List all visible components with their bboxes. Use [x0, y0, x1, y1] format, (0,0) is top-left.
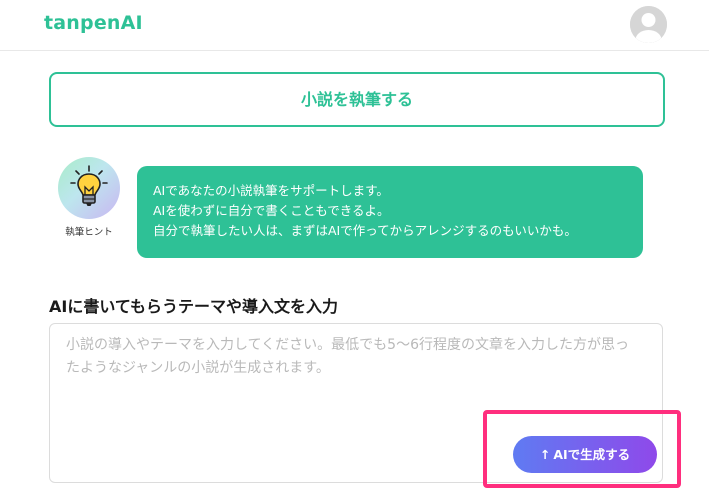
hint-line: 自分で執筆したい人は、まずはAIで作ってからアレンジするのもいいかも。 [153, 223, 577, 238]
generate-button-label: AIで生成する [553, 447, 631, 462]
input-placeholder: 小説の導入やテーマを入力してください。最低でも5〜6行程度の文章を入力した方が思… [66, 337, 629, 376]
app-header: tanpenAI [0, 0, 709, 51]
hint-line: AIであなたの小説執筆をサポートします。 [153, 183, 389, 198]
generate-ai-button[interactable]: ↑ AIで生成する [513, 436, 657, 473]
hint-label: 執筆ヒント [65, 227, 113, 238]
user-avatar-icon[interactable] [630, 6, 667, 43]
app-logo[interactable]: tanpenAI [44, 12, 143, 34]
write-novel-button[interactable]: 小説を執筆する [49, 72, 665, 127]
hint-line: AIを使わずに自分で書くこともできるよ。 [153, 203, 390, 218]
section-title: AIに書いてもらうテーマや導入文を入力 [49, 297, 339, 316]
hint-speech-bubble: AIであなたの小説執筆をサポートします。 AIを使わずに自分で書くこともできるよ… [137, 166, 643, 258]
lightbulb-icon [58, 157, 120, 219]
arrow-up-icon: ↑ [539, 447, 551, 462]
